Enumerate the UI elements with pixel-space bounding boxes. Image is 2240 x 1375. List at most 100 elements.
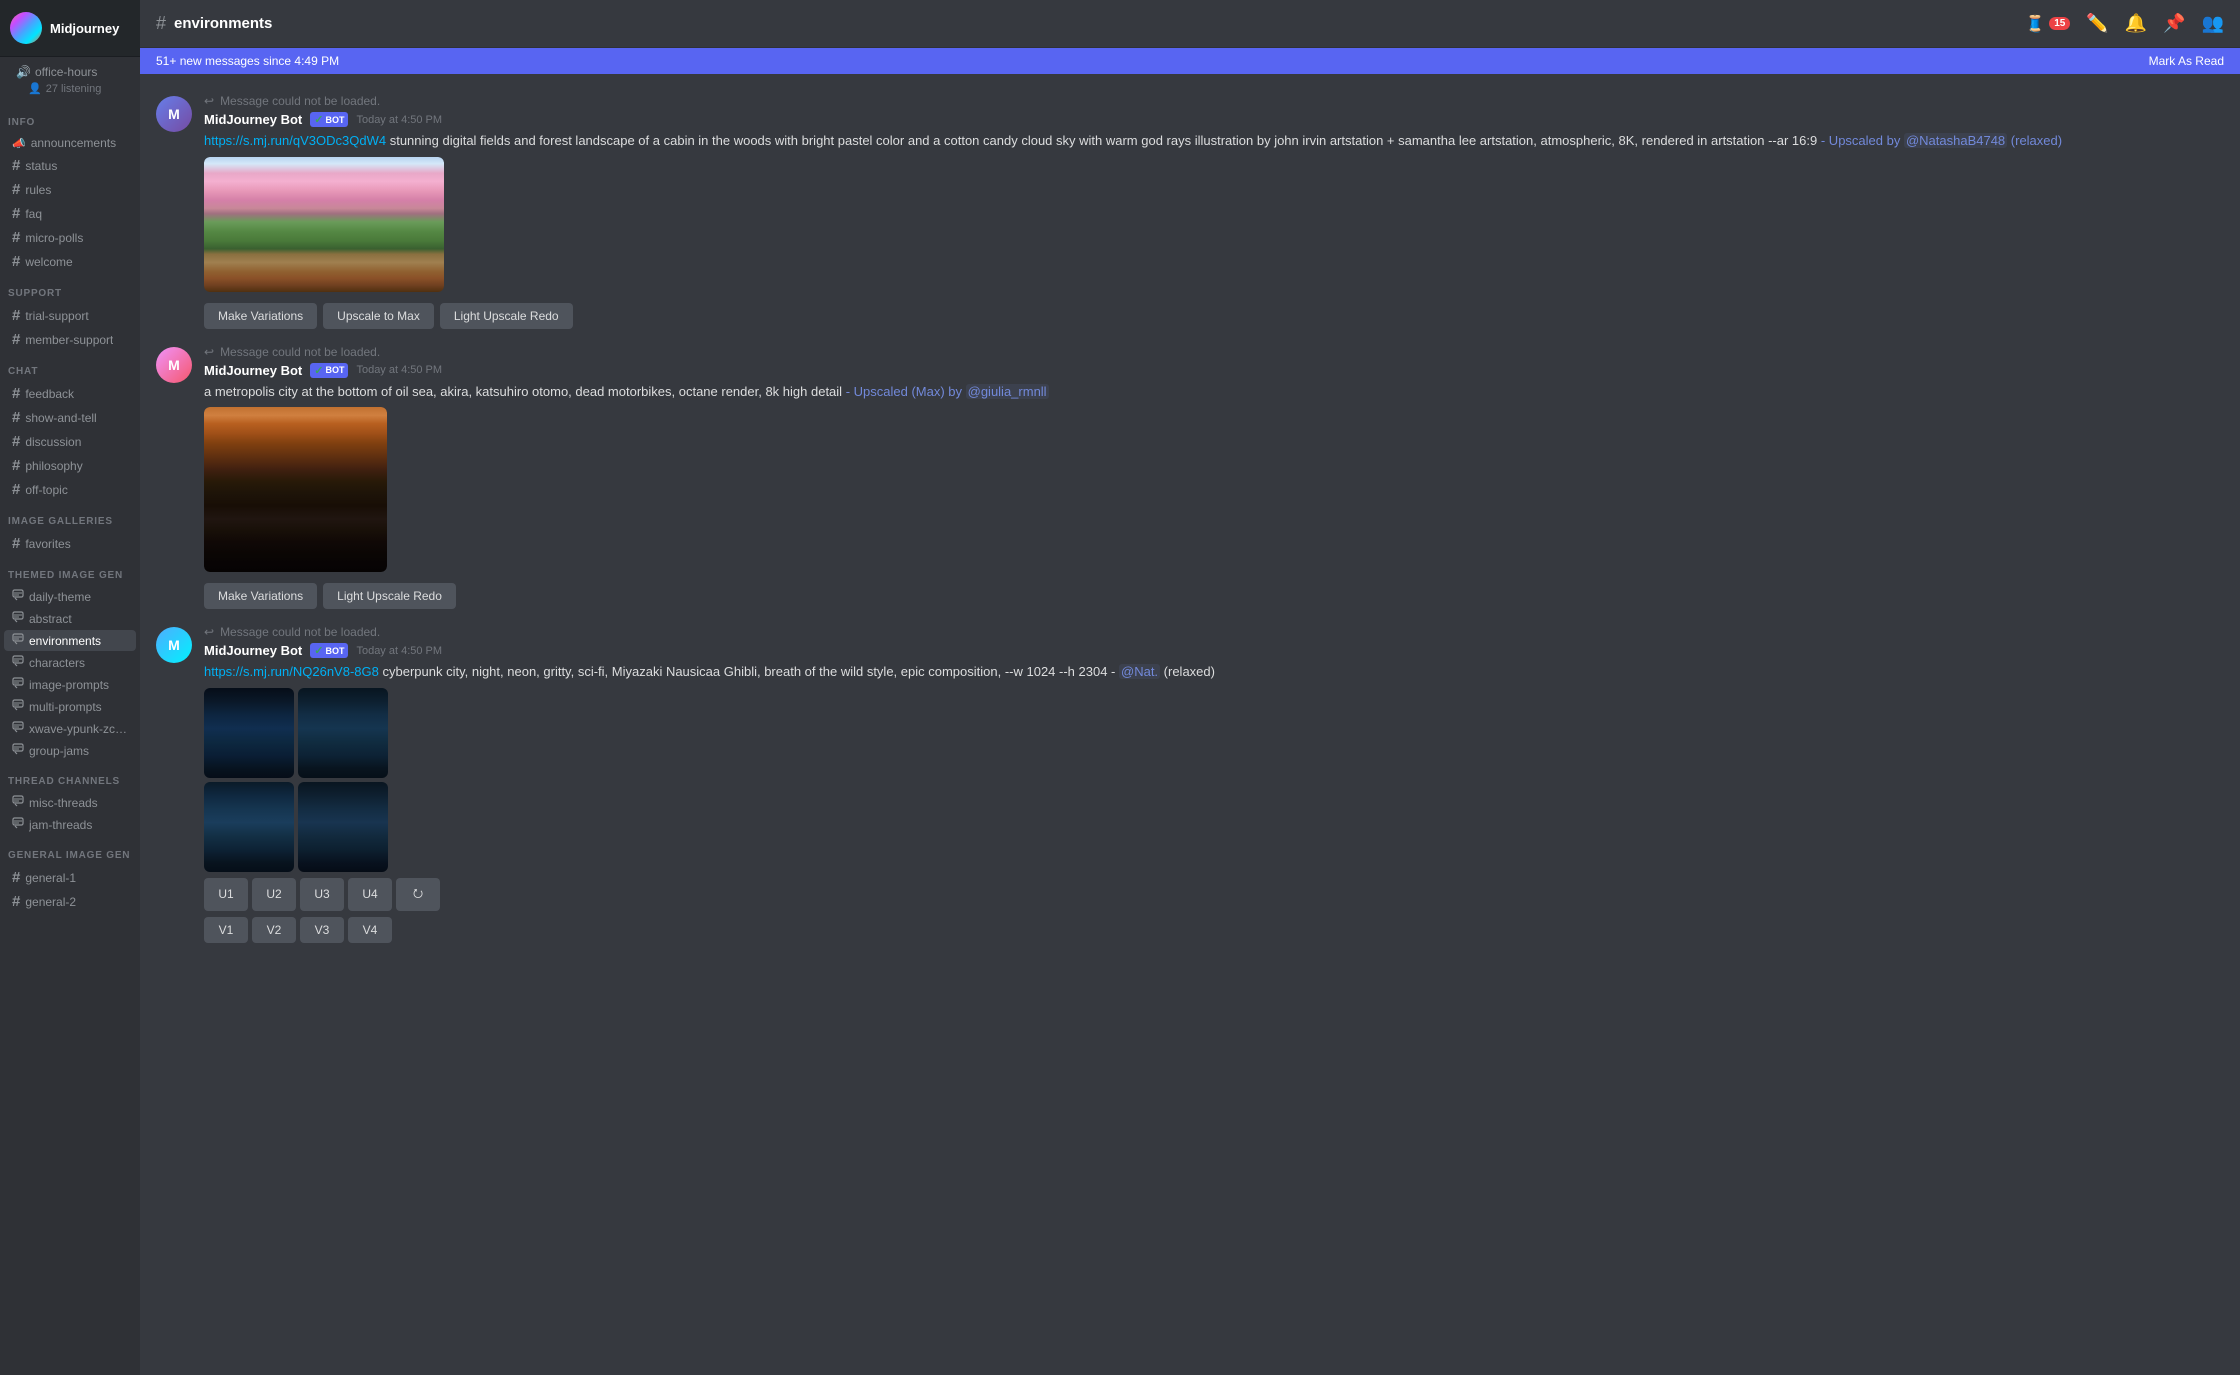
sidebar-item-member-support[interactable]: #member-support [4,328,136,351]
bell-icon[interactable]: 🔔 [2125,13,2147,34]
person-icon: 👤 [28,82,42,95]
message-error-2: ↩ Message could not be loaded. [204,345,2224,359]
message-header-2: MidJourney Bot ✓ BOT Today at 4:50 PM [204,363,2224,378]
cyber-image-2 [298,688,388,778]
sidebar-item-show-and-tell[interactable]: #show-and-tell [4,406,136,429]
sidebar-item-feedback[interactable]: #feedback [4,382,136,405]
sidebar-item-daily-theme[interactable]: daily-theme [4,586,136,607]
notification-bar: 51+ new messages since 4:49 PM Mark As R… [140,48,2240,74]
channel-hash-icon: # [156,13,166,34]
light-upscale-redo-btn-1[interactable]: Light Upscale Redo [440,303,573,329]
sidebar-item-characters[interactable]: characters [4,652,136,673]
sidebar-item-misc-threads[interactable]: misc-threads [4,792,136,813]
sidebar-item-announcements[interactable]: 📣announcements [4,133,136,153]
server-header[interactable]: Midjourney [0,0,140,57]
channel-icon-misc-threads [12,795,24,810]
make-variations-btn-1[interactable]: Make Variations [204,303,317,329]
check-icon-1: ✓ [314,113,323,126]
listening-count: 👤 27 listening [8,81,132,101]
channel-name-jam-threads: jam-threads [29,818,92,832]
messages-area: M ↩ Message could not be loaded. MidJour… [140,74,2240,1375]
pencil-icon[interactable]: ✏️ [2086,13,2108,34]
sidebar-item-favorites[interactable]: #favorites [4,532,136,555]
timestamp-1: Today at 4:50 PM [356,114,442,126]
server-name: Midjourney [50,21,119,36]
section-label-general-image-gen: GENERAL IMAGE GEN [0,836,140,865]
message-group-2: M ↩ Message could not be loaded. MidJour… [140,341,2240,614]
channel-name-abstract: abstract [29,612,72,626]
message-content-1: ↩ Message could not be loaded. MidJourne… [204,94,2224,329]
u4-button[interactable]: U4 [348,878,392,911]
action-buttons-2: Make Variations Light Upscale Redo [204,583,2224,609]
message-error-3: ↩ Message could not be loaded. [204,625,2224,639]
channel-icon-member-support: # [12,331,20,348]
v4-button[interactable]: V4 [348,917,392,943]
message-text-2: a metropolis city at the bottom of oil s… [204,382,2224,402]
sidebar-item-multi-prompts[interactable]: multi-prompts [4,696,136,717]
channel-icon-xwave-ypunk-zcore [12,721,24,736]
sidebar-item-philosophy[interactable]: #philosophy [4,454,136,477]
channel-icon-micro-polls: # [12,229,20,246]
sidebar-item-trial-support[interactable]: #trial-support [4,304,136,327]
sidebar-item-discussion[interactable]: #discussion [4,430,136,453]
check-icon-2: ✓ [314,364,323,377]
channel-name-off-topic: off-topic [25,483,67,497]
message-group-3: M ↩ Message could not be loaded. MidJour… [140,621,2240,947]
section-label-info: INFO [0,103,140,132]
channel-icon-status: # [12,157,20,174]
server-icon [10,12,42,44]
message-link-3[interactable]: https://s.mj.run/NQ26nV8-8G8 [204,664,379,679]
message-text-1: https://s.mj.run/qV3ODc3QdW4 stunning di… [204,131,2224,151]
sidebar-item-status[interactable]: #status [4,154,136,177]
channel-name-daily-theme: daily-theme [29,590,91,604]
sidebar-item-faq[interactable]: #faq [4,202,136,225]
message-content-2: ↩ Message could not be loaded. MidJourne… [204,345,2224,610]
v1-button[interactable]: V1 [204,917,248,943]
image-row-3 [204,688,2224,778]
threads-icon-wrapper[interactable]: 🧵 15 [2025,14,2070,34]
channel-icon-daily-theme [12,589,24,604]
sidebar-item-welcome[interactable]: #welcome [4,250,136,273]
sidebar-item-environments[interactable]: environments [4,630,136,651]
bot-badge-1: ✓ BOT [310,112,348,127]
sidebar-item-general-1[interactable]: #general-1 [4,866,136,889]
upscale-to-max-btn-1[interactable]: Upscale to Max [323,303,434,329]
sidebar-item-general-2[interactable]: #general-2 [4,890,136,913]
bot-badge-2: ✓ BOT [310,363,348,378]
sidebar-item-image-prompts[interactable]: image-prompts [4,674,136,695]
channel-icon-abstract [12,611,24,626]
voice-channel-name[interactable]: 🔊 office-hours [8,63,132,81]
redo-button[interactable]: ⭮ [396,878,440,911]
channel-name-philosophy: philosophy [25,459,82,473]
sidebar-item-off-topic[interactable]: #off-topic [4,478,136,501]
channel-name-rules: rules [25,183,51,197]
pin-icon[interactable]: 📌 [2163,13,2185,34]
message-link-1[interactable]: https://s.mj.run/qV3ODc3QdW4 [204,133,386,148]
sidebar-item-micro-polls[interactable]: #micro-polls [4,226,136,249]
channel-icon-group-jams [12,743,24,758]
sidebar-item-group-jams[interactable]: group-jams [4,740,136,761]
u2-button[interactable]: U2 [252,878,296,911]
sidebar-item-abstract[interactable]: abstract [4,608,136,629]
light-upscale-redo-btn-2[interactable]: Light Upscale Redo [323,583,456,609]
grid-buttons-row1: U1 U2 U3 U4 ⭮ [204,878,564,911]
timestamp-2: Today at 4:50 PM [356,364,442,376]
sidebar-item-rules[interactable]: #rules [4,178,136,201]
v3-button[interactable]: V3 [300,917,344,943]
message-header-1: MidJourney Bot ✓ BOT Today at 4:50 PM [204,112,2224,127]
sidebar-item-xwave-ypunk-zcore[interactable]: xwave-ypunk-zcore [4,718,136,739]
channel-icon-welcome: # [12,253,20,270]
section-label-support: SUPPORT [0,274,140,303]
sidebar-item-jam-threads[interactable]: jam-threads [4,814,136,835]
cyber-image-1 [204,688,294,778]
u3-button[interactable]: U3 [300,878,344,911]
mark-as-read-button[interactable]: Mark As Read [2149,54,2224,68]
channel-icon-environments [12,633,24,648]
channel-name-general-1: general-1 [25,871,76,885]
channel-name-trial-support: trial-support [25,309,88,323]
u1-button[interactable]: U1 [204,878,248,911]
section-label-image-galleries: IMAGE GALLERIES [0,502,140,531]
make-variations-btn-2[interactable]: Make Variations [204,583,317,609]
v2-button[interactable]: V2 [252,917,296,943]
members-icon[interactable]: 👥 [2202,13,2224,34]
